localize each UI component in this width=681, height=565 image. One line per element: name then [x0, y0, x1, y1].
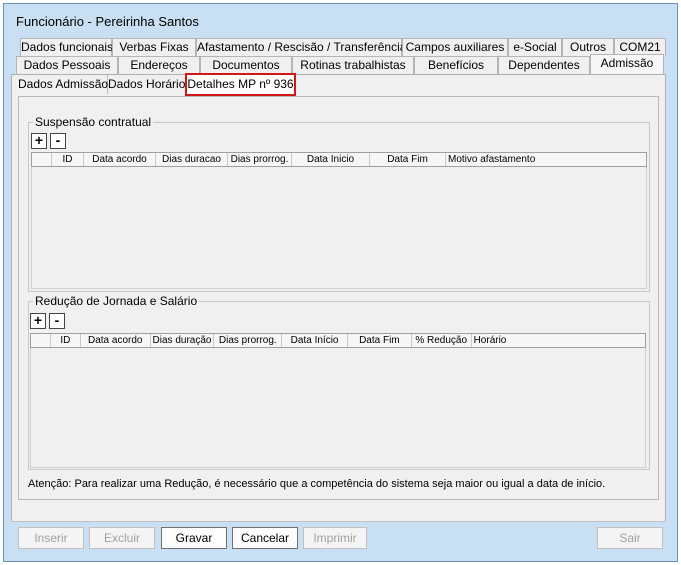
subtab-dados-admissao[interactable]: Dados Admissão	[18, 75, 108, 94]
column-header: Motivo afastamento	[448, 154, 536, 165]
tab-dependentes[interactable]: Dependentes	[498, 56, 590, 74]
column-header: Data acordo	[84, 153, 156, 166]
inserir-button[interactable]: Inserir	[18, 527, 84, 549]
tab-beneficios[interactable]: Benefícios	[414, 56, 498, 74]
cancelar-button[interactable]: Cancelar	[232, 527, 298, 549]
suspensao-remove-button[interactable]: -	[50, 133, 66, 149]
suspensao-add-button[interactable]: +	[31, 133, 47, 149]
gravar-button[interactable]: Gravar	[161, 527, 227, 549]
column-header: Data Fim	[370, 153, 446, 166]
column-header: Data acordo	[81, 334, 151, 347]
tab-verbas-fixas[interactable]: Verbas Fixas	[112, 38, 196, 56]
suspensao-grid[interactable]	[31, 167, 647, 289]
tab-rotinas-trabalhistas[interactable]: Rotinas trabalhistas	[292, 56, 414, 74]
reducao-grid[interactable]	[30, 348, 646, 468]
column-header: % Redução	[412, 334, 472, 347]
window-title: Funcionário - Pereirinha Santos	[16, 14, 199, 29]
column-header	[31, 334, 51, 347]
tab-campos-auxiliares[interactable]: Campos auxiliares	[402, 38, 508, 56]
reducao-title: Redução de Jornada e Salário	[33, 294, 200, 308]
tab-documentos[interactable]: Documentos	[200, 56, 292, 74]
reducao-note: Atenção: Para realizar uma Redução, é ne…	[28, 478, 606, 490]
column-header: ID	[51, 334, 81, 347]
tab-afastamento[interactable]: Afastamento / Rescisão / Transferência	[196, 38, 406, 56]
column-header: Data Início	[282, 334, 348, 347]
column-header: Data Inicio	[292, 153, 370, 166]
column-header: Dias duracao	[156, 153, 228, 166]
reducao-remove-button[interactable]: -	[49, 313, 65, 329]
excluir-button[interactable]: Excluir	[89, 527, 155, 549]
column-header: Dias prorrog.	[214, 334, 283, 347]
column-header: Dias prorrog.	[228, 153, 292, 166]
reducao-add-button[interactable]: +	[30, 313, 46, 329]
tab-dados-pessoais[interactable]: Dados Pessoais	[16, 56, 118, 74]
imprimir-button[interactable]: Imprimir	[303, 527, 367, 549]
subtab-detalhes-mp-936[interactable]: Detalhes MP nº 936	[185, 73, 296, 96]
reducao-grid-header: ID Data acordo Dias duração Dias prorrog…	[30, 333, 646, 348]
tab-dados-funcionais[interactable]: Dados funcionais	[20, 38, 113, 56]
sair-button[interactable]: Sair	[597, 527, 663, 549]
subtab-dados-horario[interactable]: Dados Horário	[108, 75, 186, 94]
column-header: Data Fim	[348, 334, 412, 347]
column-header: ID	[52, 153, 84, 166]
column-header	[32, 153, 52, 166]
column-header: Horário	[473, 335, 507, 346]
tab-esocial[interactable]: e-Social	[508, 38, 562, 56]
tab-admissao[interactable]: Admissão	[590, 54, 664, 74]
suspensao-title: Suspensão contratual	[33, 115, 154, 129]
tab-enderecos[interactable]: Endereços	[118, 56, 200, 74]
column-header: Dias duração	[151, 334, 215, 347]
button-bar-divider	[11, 521, 666, 522]
suspensao-grid-header: ID Data acordo Dias duracao Dias prorrog…	[31, 152, 647, 167]
